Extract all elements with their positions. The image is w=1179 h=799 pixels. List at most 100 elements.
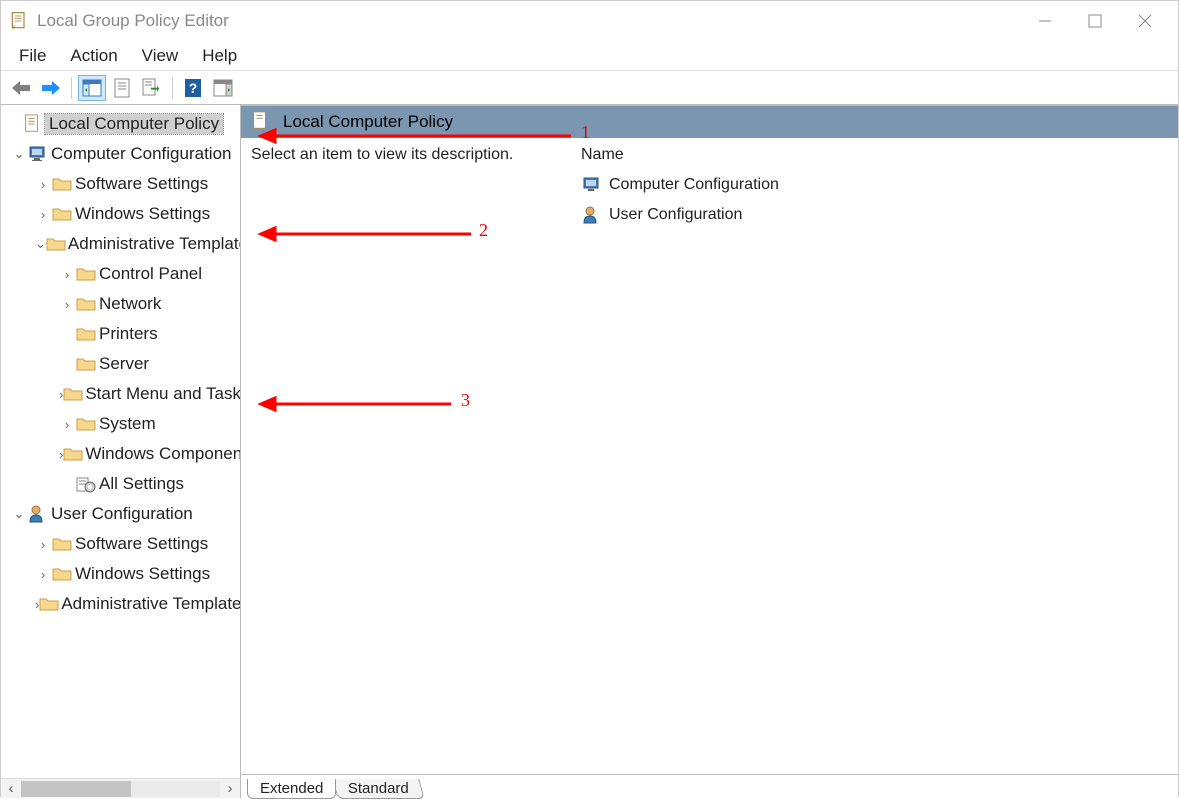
document-icon [21,114,43,134]
menu-action[interactable]: Action [58,43,129,69]
folder-icon [75,354,97,374]
tab-standard[interactable]: Standard [333,779,425,799]
folder-icon [75,294,97,314]
description-text: Select an item to view its description. [251,146,513,163]
app-icon [9,11,29,31]
tree-node-system[interactable]: › System [1,409,240,439]
tree-node-admin-templates[interactable]: ⌄ Administrative Templates [1,229,240,259]
tree-node-user-windows-settings[interactable]: › Windows Settings [1,559,240,589]
tree-horizontal-scrollbar[interactable]: ‹ › [1,778,240,798]
scroll-left-icon[interactable]: ‹ [1,780,21,797]
tree-pane: Local Computer Policy ⌄ Computer Configu… [1,105,241,798]
menu-help[interactable]: Help [190,43,249,69]
toolbar-separator [172,77,173,99]
chevron-down-icon[interactable]: ⌄ [35,236,46,252]
tree-node-all-settings[interactable]: All Settings [1,469,240,499]
tree-node-start-menu[interactable]: › Start Menu and Taskbar [1,379,240,409]
settings-icon [75,474,97,494]
list-item-label: User Configuration [609,206,742,224]
computer-icon [27,144,49,164]
properties-button[interactable] [108,75,136,101]
tree-label: Administrative Templates [68,234,240,254]
folder-icon [46,234,66,254]
toolbar: ? [1,71,1178,105]
tree-label: Windows Components [85,444,240,464]
tab-extended[interactable]: Extended [247,779,336,799]
tree-node-user-admin-templates[interactable]: › Administrative Templates [1,589,240,619]
list-item-label: Computer Configuration [609,176,779,194]
titlebar: Local Group Policy Editor [1,1,1178,41]
menubar: File Action View Help [1,41,1178,71]
maximize-button[interactable] [1070,3,1120,39]
name-column-header[interactable]: Name [581,146,1168,164]
folder-icon [51,564,73,584]
chevron-down-icon[interactable]: ⌄ [11,506,27,522]
chevron-right-icon[interactable]: › [35,177,51,192]
folder-icon [75,324,97,344]
tree-node-windows-components[interactable]: › Windows Components [1,439,240,469]
tree-node-user-software-settings[interactable]: › Software Settings [1,529,240,559]
folder-icon [51,204,73,224]
tree-label: Control Panel [99,264,202,284]
tree-node-user-config[interactable]: ⌄ User Configuration [1,499,240,529]
tree-label: System [99,414,156,434]
export-list-button[interactable] [138,75,166,101]
help-button[interactable]: ? [179,75,207,101]
scroll-track[interactable] [21,781,220,797]
tree-label: Computer Configuration [51,144,231,164]
folder-icon [63,444,83,464]
user-icon [581,204,603,226]
folder-icon [75,264,97,284]
tree-label: Administrative Templates [61,594,240,614]
chevron-right-icon[interactable]: › [35,537,51,552]
minimize-button[interactable] [1020,3,1070,39]
detail-pane: Local Computer Policy Select an item to … [241,105,1178,798]
list-item[interactable]: User Configuration [581,200,1168,230]
folder-icon [63,384,83,404]
svg-text:?: ? [189,80,198,96]
scroll-thumb[interactable] [21,781,131,797]
main-area: Local Computer Policy ⌄ Computer Configu… [1,105,1178,798]
tree-label: Software Settings [75,534,208,554]
close-button[interactable] [1120,3,1170,39]
detail-header: Local Computer Policy [241,106,1178,138]
user-icon [27,504,49,524]
tree-label: Server [99,354,149,374]
folder-icon [51,174,73,194]
forward-button[interactable] [37,75,65,101]
tree-label: Network [99,294,161,314]
tree-node-software-settings[interactable]: › Software Settings [1,169,240,199]
tree-label: Windows Settings [75,564,210,584]
chevron-right-icon[interactable]: › [35,567,51,582]
tree-label: Software Settings [75,174,208,194]
tree-node-windows-settings[interactable]: › Windows Settings [1,199,240,229]
chevron-right-icon[interactable]: › [35,207,51,222]
tree-node-root[interactable]: Local Computer Policy [1,109,240,139]
tree-view[interactable]: Local Computer Policy ⌄ Computer Configu… [1,105,240,778]
chevron-down-icon[interactable]: ⌄ [11,146,27,162]
tree-label: Start Menu and Taskbar [85,384,240,404]
detail-body: Select an item to view its description. … [241,138,1178,798]
toolbar-separator [71,77,72,99]
folder-icon [39,594,59,614]
menu-view[interactable]: View [130,43,191,69]
chevron-right-icon[interactable]: › [59,267,75,282]
tree-node-control-panel[interactable]: › Control Panel [1,259,240,289]
show-hide-tree-button[interactable] [78,75,106,101]
menu-file[interactable]: File [7,43,58,69]
description-column: Select an item to view its description. [251,146,581,790]
tab-strip: Extended Standard [241,774,1178,798]
list-item[interactable]: Computer Configuration [581,170,1168,200]
show-hide-action-pane-button[interactable] [209,75,237,101]
folder-icon [51,534,73,554]
back-button[interactable] [7,75,35,101]
tree-node-printers[interactable]: Printers [1,319,240,349]
computer-icon [581,174,603,196]
chevron-right-icon[interactable]: › [59,417,75,432]
scroll-right-icon[interactable]: › [220,780,240,797]
folder-icon [75,414,97,434]
tree-node-computer-config[interactable]: ⌄ Computer Configuration [1,139,240,169]
tree-node-network[interactable]: › Network [1,289,240,319]
tree-node-server[interactable]: Server [1,349,240,379]
chevron-right-icon[interactable]: › [59,297,75,312]
